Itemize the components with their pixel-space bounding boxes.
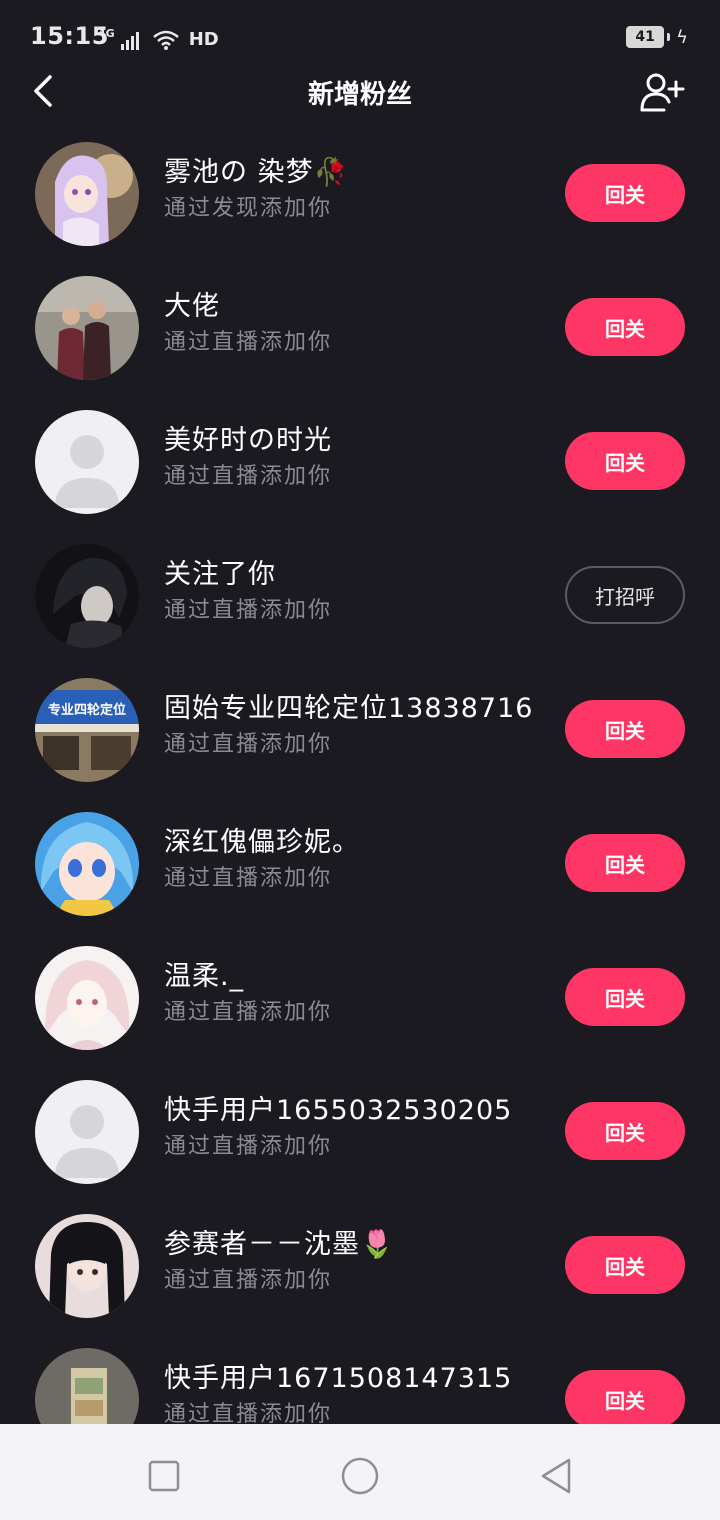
fan-name: 快手用户1655032530205 [164, 1095, 513, 1126]
hd-label: HD [188, 29, 219, 50]
home-button[interactable] [336, 1452, 384, 1500]
follow-back-button[interactable]: 回关 [565, 1102, 685, 1160]
add-user-icon [640, 73, 685, 112]
follow-back-button[interactable]: 回关 [565, 1370, 685, 1424]
avatar[interactable] [35, 946, 139, 1050]
fan-row[interactable]: 雾池の 染梦🥀 通过发现添加你 回关 [0, 126, 720, 260]
avatar[interactable] [35, 1214, 139, 1318]
avatar[interactable] [35, 544, 139, 648]
fan-row[interactable]: 关注了你 通过直播添加你 打招呼 [0, 528, 720, 662]
avatar[interactable] [35, 1348, 139, 1424]
shop-sign-text: 专业四轮定位 [48, 702, 126, 718]
follow-back-button[interactable]: 回关 [565, 834, 685, 892]
fan-source: 通过直播添加你 [164, 1402, 333, 1424]
fan-source: 通过直播添加你 [164, 598, 333, 623]
fan-source: 通过直播添加你 [164, 1134, 333, 1159]
triangle-back-icon [541, 1458, 571, 1494]
fan-row[interactable]: 美好时の时光 通过直播添加你 回关 [0, 394, 720, 528]
fan-source: 通过直播添加你 [164, 330, 333, 355]
battery-icon: 41 ϟ [626, 26, 688, 48]
network-type: 4G [98, 27, 115, 40]
status-bar: 15:15 4G HD 41 ϟ [0, 0, 720, 72]
fan-name: 大佬 [164, 291, 220, 322]
recent-apps-button[interactable] [140, 1452, 188, 1500]
avatar[interactable] [35, 276, 139, 380]
fan-row[interactable]: 温柔._ 通过直播添加你 回关 [0, 930, 720, 1064]
follow-back-button[interactable]: 回关 [565, 1236, 685, 1294]
fan-list: 雾池の 染梦🥀 通过发现添加你 回关 大佬 通过直播添加你 回关 美好时の时光 … [0, 126, 720, 1424]
follow-back-button[interactable]: 回关 [565, 968, 685, 1026]
follow-back-button[interactable]: 回关 [565, 432, 685, 490]
follow-back-button[interactable]: 回关 [565, 164, 685, 222]
fan-name: 美好时の时光 [164, 425, 332, 456]
square-icon [148, 1460, 180, 1492]
fan-row[interactable]: 快手用户1671508147315 通过直播添加你 回关 [0, 1332, 720, 1424]
battery-level: 41 [626, 26, 665, 48]
avatar[interactable] [35, 812, 139, 916]
add-friend-button[interactable] [640, 72, 686, 112]
circle-icon [341, 1457, 379, 1495]
avatar[interactable] [35, 410, 139, 514]
follow-back-button[interactable]: 回关 [565, 298, 685, 356]
avatar[interactable] [35, 1080, 139, 1184]
page-title: 新增粉丝 [307, 80, 412, 110]
system-nav-bar [0, 1424, 720, 1520]
say-hi-button[interactable]: 打招呼 [565, 566, 685, 624]
fan-name: 关注了你 [164, 559, 276, 590]
fan-source: 通过直播添加你 [164, 1000, 333, 1025]
fan-row[interactable]: 快手用户1655032530205 通过直播添加你 回关 [0, 1064, 720, 1198]
fan-row[interactable]: 大佬 通过直播添加你 回关 [0, 260, 720, 394]
back-nav-button[interactable] [532, 1452, 580, 1500]
wifi-icon [152, 30, 179, 50]
charging-icon: ϟ [676, 26, 688, 48]
fan-name: 固始专业四轮定位13838716 [164, 693, 534, 724]
fan-source: 通过直播添加你 [164, 866, 333, 891]
signal-icon [120, 32, 139, 50]
fan-name: 温柔._ [164, 961, 245, 992]
fan-source: 通过直播添加你 [164, 464, 333, 489]
fan-source: 通过直播添加你 [164, 732, 333, 757]
fan-name: 雾池の 染梦🥀 [164, 157, 349, 188]
status-icons: 4G HD [98, 24, 219, 50]
fan-row[interactable]: 专业四轮定位 固始专业四轮定位13838716 通过直播添加你 回关 [0, 662, 720, 796]
fan-name: 深红傀儡珍妮。 [164, 827, 360, 858]
fan-row[interactable]: 深红傀儡珍妮。 通过直播添加你 回关 [0, 796, 720, 930]
fan-name: 快手用户1671508147315 [164, 1363, 513, 1394]
avatar[interactable] [35, 142, 139, 246]
fan-row[interactable]: 参赛者－－沈墨🌷 通过直播添加你 回关 [0, 1198, 720, 1332]
fan-name: 参赛者－－沈墨🌷 [164, 1229, 395, 1260]
fan-source: 通过直播添加你 [164, 1268, 333, 1293]
fan-source: 通过发现添加你 [164, 196, 333, 221]
avatar[interactable]: 专业四轮定位 [35, 678, 139, 782]
follow-back-button[interactable]: 回关 [565, 700, 685, 758]
